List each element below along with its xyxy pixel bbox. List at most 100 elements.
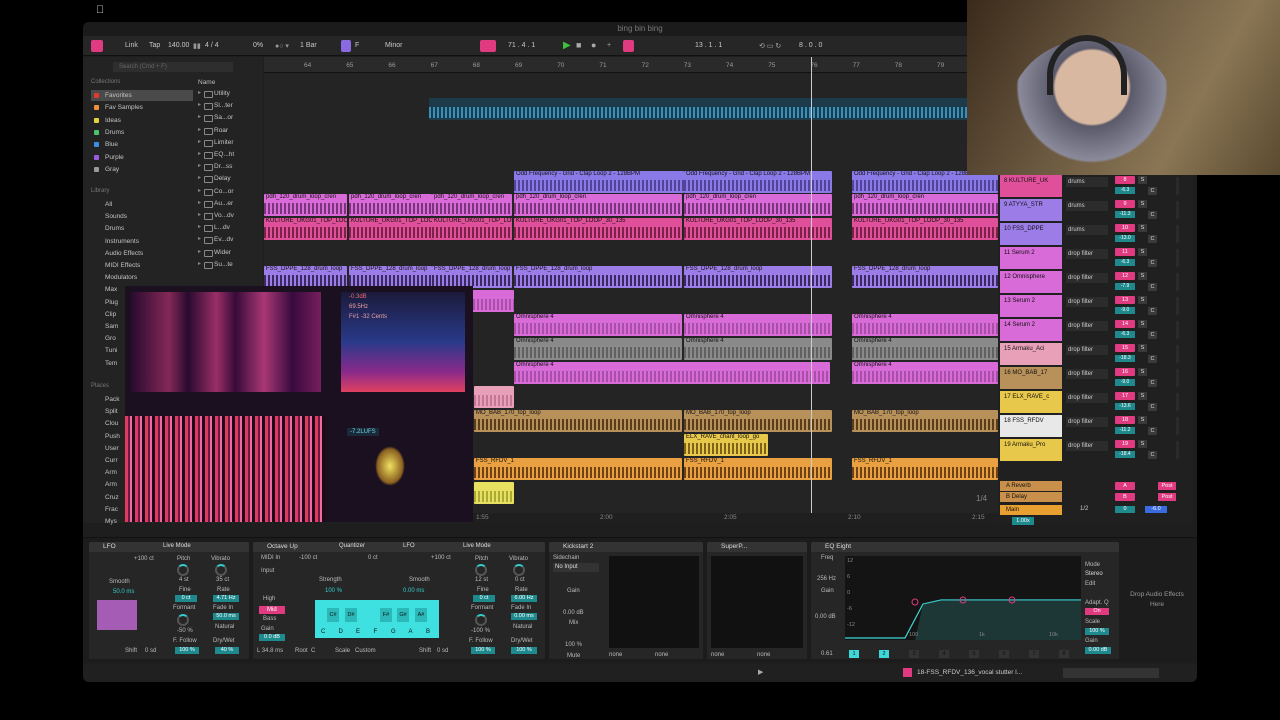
arrangement-clip[interactable]: Omnisphere 4 [684, 314, 832, 336]
drop-effects-hint[interactable]: Drop Audio Effects Here [1127, 590, 1187, 610]
superp-select-2[interactable]: none [757, 652, 770, 658]
track-name[interactable]: 18 FSS_RFDV [1000, 415, 1062, 437]
fade-in-value-2[interactable]: 0.00 ms [511, 613, 537, 620]
arrangement-clip[interactable]: FSS_RFDV_1 [474, 458, 682, 480]
track-volume[interactable]: -18.3 [1115, 355, 1135, 362]
track-activator[interactable]: 17 [1115, 392, 1135, 400]
track-name[interactable]: 13 Serum 2 [1000, 295, 1062, 317]
device-folder-item[interactable]: Sl...ter [196, 100, 251, 111]
mixer-track[interactable]: 11 Serum 2 drop filter 11 -6.3 S C [998, 247, 1193, 271]
mixer-track[interactable]: 9 ATYYA_STR drums 9 -11.3 S C [998, 199, 1193, 223]
arrangement-clip[interactable]: MO_BAB_170_top_loop [684, 410, 832, 432]
record-icon[interactable]: ● [591, 40, 596, 50]
scale-value[interactable]: Custom [355, 648, 376, 654]
return-track[interactable]: B Delay B Post [1000, 492, 1190, 502]
arrangement-clip[interactable]: KULTURE_UKG01_TOP_LOOP_30_135 [514, 218, 682, 240]
tempo-field[interactable]: 140.00 [168, 42, 189, 49]
smooth-label[interactable]: Smooth [109, 579, 130, 585]
tap-button[interactable]: Tap [149, 42, 160, 49]
eq-band-button[interactable]: 8 [1059, 650, 1069, 658]
strength-value[interactable]: 100 % [325, 588, 342, 594]
kick-mix-value[interactable]: 100 % [565, 642, 582, 648]
arrangement-clip[interactable]: FSS_DPPE_128_drum_loop [514, 266, 682, 288]
track-activator[interactable]: 15 [1115, 344, 1135, 352]
device-folder-item[interactable]: Ev...dv [196, 234, 251, 245]
monitor-button[interactable]: C [1148, 427, 1157, 435]
scale-key[interactable]: A [409, 629, 413, 635]
fine-value[interactable]: 0 ct [175, 595, 197, 602]
device-folder-item[interactable]: Utility [196, 88, 251, 99]
device-folder-item[interactable]: Delay [196, 173, 251, 184]
pre-post-toggle[interactable]: Post [1158, 493, 1176, 501]
device-folder-item[interactable]: Wider [196, 247, 251, 258]
natural-label[interactable]: Natural [215, 624, 234, 630]
follow-value[interactable]: 100 % [175, 647, 199, 654]
track-activator[interactable]: 9 [1115, 200, 1135, 208]
arrangement-clip[interactable]: KULTURE_UKG01_TOP_LOOP_30_135 [852, 218, 998, 240]
device-folder-item[interactable]: L...dv [196, 222, 251, 233]
track-name[interactable]: 14 Serum 2 [1000, 319, 1062, 341]
eq-q-value[interactable]: 0.61 [821, 651, 833, 657]
eq-band-button[interactable]: 6 [999, 650, 1009, 658]
monitor-button[interactable]: C [1148, 283, 1157, 291]
octave-up-device[interactable]: Octave Up Quantizer LFO Live Mode MIDI I… [253, 542, 545, 659]
monitor-button[interactable]: C [1148, 235, 1157, 243]
arrangement-clip[interactable]: Omnisphere 4 [514, 314, 682, 336]
key-select[interactable]: F [355, 42, 359, 49]
eq-band-button[interactable]: 2 [879, 650, 889, 658]
arrangement-clip[interactable]: Omnisphere 4 [852, 314, 998, 336]
follow-value-2[interactable]: 100 % [471, 647, 495, 654]
return-name[interactable]: B Delay [1000, 492, 1062, 502]
arrangement-clip[interactable] [429, 98, 998, 120]
play-icon[interactable]: ▶ [563, 40, 571, 51]
arrangement-clip[interactable]: FSS_DPPE_128_drum_loop [264, 266, 347, 288]
device-folder-item[interactable]: Sa...or [196, 112, 251, 123]
main-volume[interactable]: 0 [1115, 506, 1135, 513]
eq-band-button[interactable]: 5 [969, 650, 979, 658]
track-volume[interactable]: -9.0 [1115, 379, 1135, 386]
track-volume[interactable]: -11.2 [1115, 427, 1135, 434]
track-volume[interactable]: -6.3 [1115, 259, 1135, 266]
main-volume-2[interactable]: -6.0 [1145, 506, 1167, 513]
eq-eight-device[interactable]: EQ Eight Freq 256 Hz Gain 0.00 dB 0.61 1… [811, 542, 1119, 659]
arrangement-clip[interactable]: pdh_120_drum_loop_cren [432, 194, 512, 216]
output-routing-select[interactable]: drums [1066, 201, 1108, 211]
arrangement-clip[interactable]: KULTURE_UKG01_TOP_LOOP_30_135 [684, 218, 832, 240]
pre-post-toggle[interactable]: Post [1158, 482, 1176, 490]
mixer-track[interactable]: 13 Serum 2 drop filter 13 -9.0 S C [998, 295, 1193, 319]
scale-black-key[interactable]: A# [415, 608, 427, 622]
arrangement-clip[interactable]: FSS_RFDV_1 [852, 458, 998, 480]
arrangement-clip[interactable]: KULTURE_UKG01_TOP_LOOP_30_135 [349, 218, 432, 240]
mixer-track[interactable]: 19 Armaku_Pro drop filter 19 -18.4 S C [998, 439, 1193, 463]
mixer-track[interactable]: 16 MO_BAB_17 drop filter 16 -9.0 S C [998, 367, 1193, 391]
quantize-select[interactable]: 1 Bar [300, 42, 317, 49]
device-folder-item[interactable]: Roar [196, 125, 251, 136]
live-mode-label[interactable]: Live Mode [163, 543, 191, 549]
track-name[interactable]: 11 Serum 2 [1000, 247, 1062, 269]
high-band[interactable]: High [263, 596, 275, 602]
kickstart-device[interactable]: Kickstart 2 Sidechain No Input Gain 0.00… [549, 542, 703, 659]
return-activator[interactable]: A [1115, 482, 1135, 490]
scale-key[interactable]: C [321, 629, 325, 635]
pitch-knob-2[interactable] [475, 564, 487, 576]
track-volume[interactable]: -6.3 [1115, 187, 1135, 194]
output-routing-select[interactable]: drums [1066, 225, 1108, 235]
track-activator[interactable]: 12 [1115, 272, 1135, 280]
arrangement-clip[interactable] [474, 482, 514, 504]
arrangement-clip[interactable]: Omnisphere 4 [684, 338, 832, 360]
collection-item[interactable]: Fav Samples [91, 102, 193, 113]
output-routing-select[interactable]: drop filter [1066, 417, 1108, 427]
collection-item[interactable]: Drums [91, 127, 193, 138]
arrangement-clip[interactable]: FSS_DPPE_128_drum_loop [349, 266, 432, 288]
loop-start-field[interactable]: 13 . 1 . 1 [695, 42, 722, 49]
arrangement-clip[interactable]: FSS_DPPE_128_drum_loop [432, 266, 512, 288]
solo-button[interactable]: S [1138, 248, 1147, 256]
vibrato-knob-2[interactable] [513, 564, 525, 576]
eq-band-button[interactable]: 3 [909, 650, 919, 658]
library-item[interactable]: All [91, 199, 193, 210]
collection-item[interactable]: Blue [91, 139, 193, 150]
return-track[interactable]: A Reverb A Post [1000, 481, 1190, 491]
track-activator[interactable]: 13 [1115, 296, 1135, 304]
eq-band-button[interactable]: 4 [939, 650, 949, 658]
scale-key[interactable]: B [426, 629, 430, 635]
